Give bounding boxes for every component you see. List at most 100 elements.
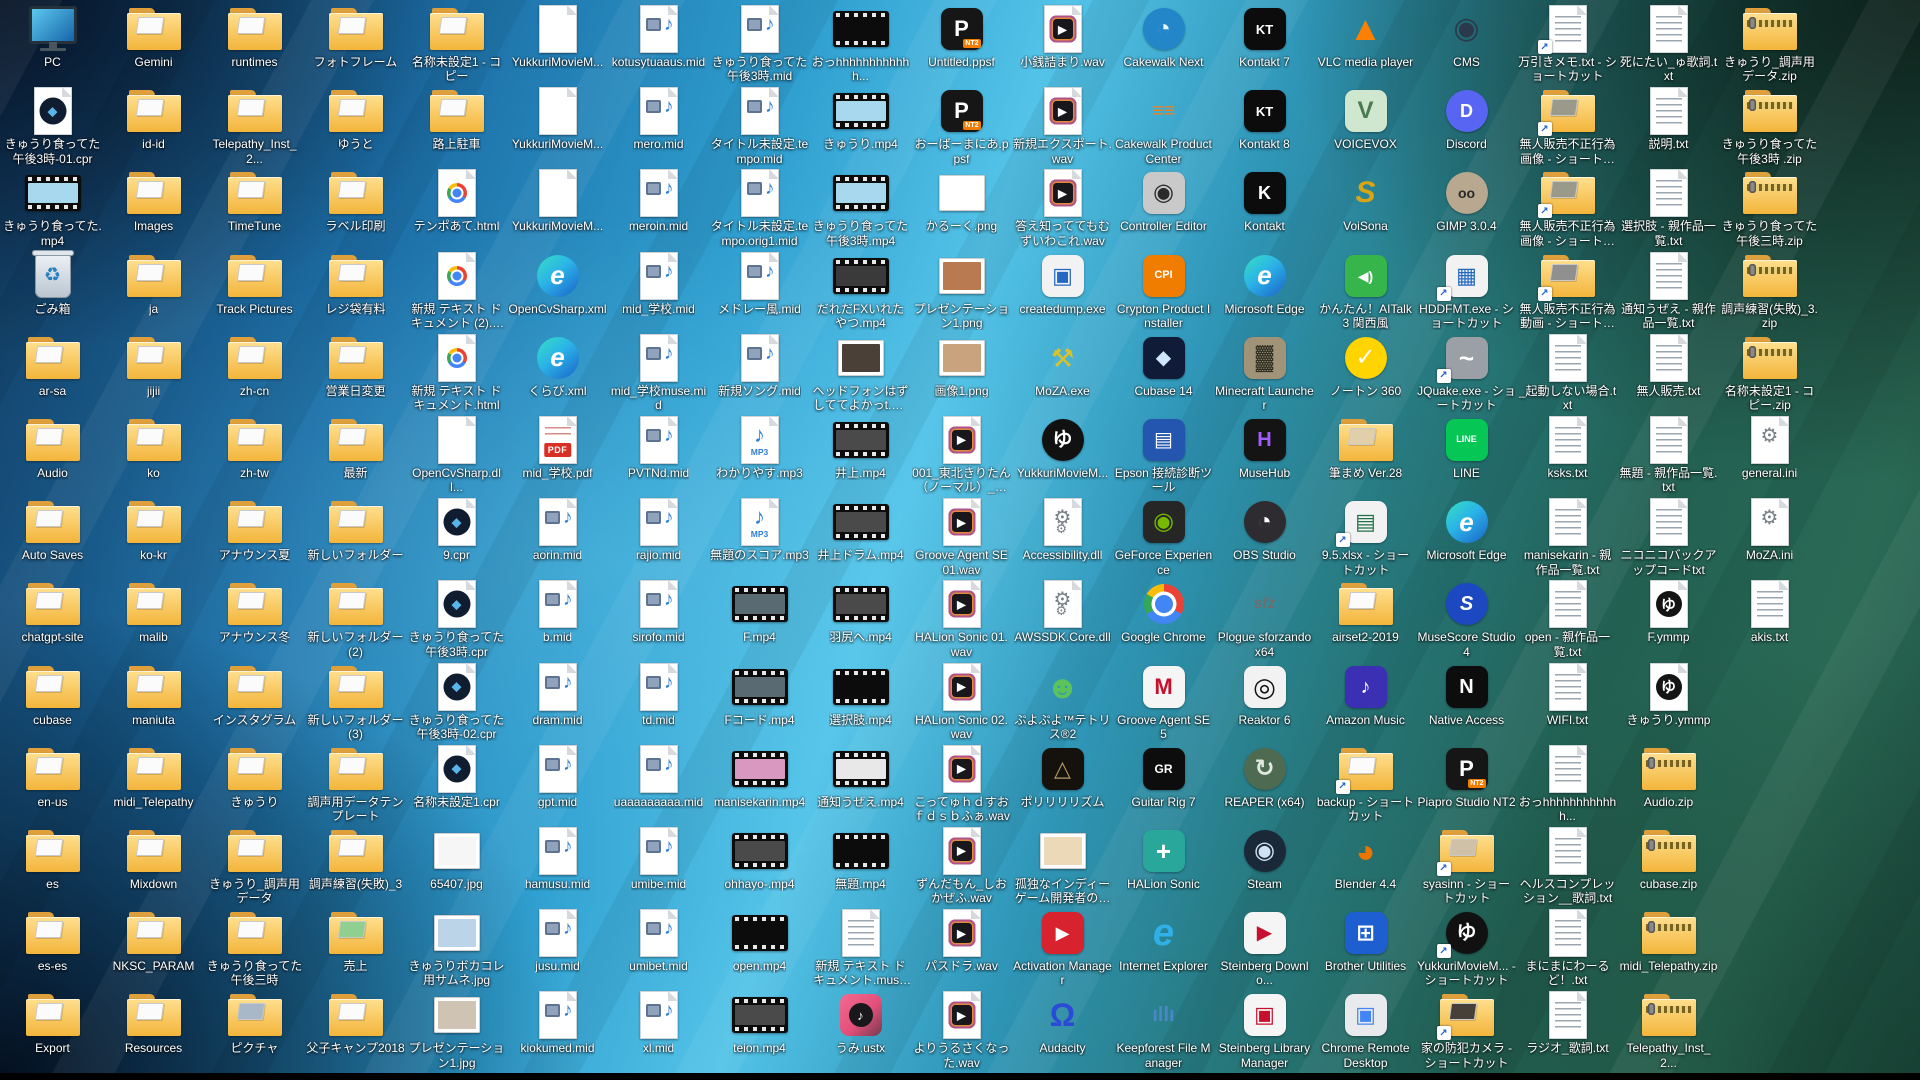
desktop-icon[interactable]: ▶Groove Agent SE 01.wav: [911, 497, 1012, 579]
desktop-icon[interactable]: ooGIMP 3.0.4: [1416, 168, 1517, 250]
desktop-icon[interactable]: プレゼンテーション1.png: [911, 251, 1012, 333]
desktop-icon[interactable]: 筆まめ Ver.28: [1315, 415, 1416, 497]
desktop-icon[interactable]: es-es: [2, 908, 103, 990]
desktop-icon[interactable]: ja: [103, 251, 204, 333]
desktop-icon[interactable]: eMicrosoft Edge: [1416, 497, 1517, 579]
desktop-icon[interactable]: ♪sirofo.mid: [608, 579, 709, 661]
desktop-icon[interactable]: 選択肢.mp4: [810, 662, 911, 744]
desktop-icon[interactable]: NKSC_PARAM: [103, 908, 204, 990]
desktop-icon[interactable]: YukkuriMovieM...: [507, 86, 608, 168]
desktop-icon[interactable]: ♪umibe.mid: [608, 826, 709, 908]
desktop-icon[interactable]: 死にたい_ゅ歌詞.txt: [1618, 4, 1719, 86]
desktop-icon[interactable]: Resources: [103, 990, 204, 1072]
desktop-icon[interactable]: ko-kr: [103, 497, 204, 579]
desktop-icon[interactable]: Audio: [2, 415, 103, 497]
desktop-icon[interactable]: ▶001_東北きりたん（ノーマル）_今じゃ...: [911, 415, 1012, 497]
desktop-icon[interactable]: だれだFXいれたやつ.mp4: [810, 251, 911, 333]
desktop-icon[interactable]: airset2-2019: [1315, 579, 1416, 661]
desktop-icon[interactable]: open.mp4: [709, 908, 810, 990]
desktop-icon[interactable]: ◆名称未設定1.cpr: [406, 744, 507, 826]
desktop-icon[interactable]: PNT2Piapro Studio NT2: [1416, 744, 1517, 826]
desktop-icon[interactable]: ↗syasinn - ショートカット: [1416, 826, 1517, 908]
desktop-icon[interactable]: ♪mid_学校.mid: [608, 251, 709, 333]
desktop-icon[interactable]: ▣Chrome Remote Desktop: [1315, 990, 1416, 1072]
desktop-icon[interactable]: F.mp4: [709, 579, 810, 661]
desktop-icon[interactable]: ▲VLC media player: [1315, 4, 1416, 86]
desktop-icon[interactable]: ▣createdump.exe: [1012, 251, 1113, 333]
desktop-icon[interactable]: ♪kiokumed.mid: [507, 990, 608, 1072]
desktop-icon[interactable]: eInternet Explorer: [1113, 908, 1214, 990]
desktop-icon[interactable]: 新しいフォルダー: [305, 497, 406, 579]
desktop-icon[interactable]: 無人販売.txt: [1618, 333, 1719, 415]
desktop-icon[interactable]: LINELINE: [1416, 415, 1517, 497]
desktop-icon[interactable]: きゅうり: [204, 744, 305, 826]
desktop-icon[interactable]: ▶Activation Manager: [1012, 908, 1113, 990]
desktop-icon[interactable]: ▶こってゅｈｄすおｆｄｓｂふぁ.wav: [911, 744, 1012, 826]
desktop-icon[interactable]: プレゼンテーション1.jpg: [406, 990, 507, 1072]
desktop-icon[interactable]: ▶パスドラ.wav: [911, 908, 1012, 990]
desktop-icon[interactable]: 通知うぜえ.mp4: [810, 744, 911, 826]
desktop-icon[interactable]: Google Chrome: [1113, 579, 1214, 661]
desktop-icon[interactable]: △ポリリリリズム: [1012, 744, 1113, 826]
desktop-icon[interactable]: Fコード.mp4: [709, 662, 810, 744]
desktop-icon[interactable]: アナウンス夏: [204, 497, 305, 579]
desktop-icon[interactable]: ◀)かんたん！AITalk 3 関西風: [1315, 251, 1416, 333]
desktop-icon[interactable]: きゅうり_調声用データ.zip: [1719, 4, 1820, 86]
desktop-icon[interactable]: ◉Steam: [1214, 826, 1315, 908]
desktop-icon[interactable]: CPICrypton Product Installer: [1113, 251, 1214, 333]
desktop-icon[interactable]: ◆9.cpr: [406, 497, 507, 579]
desktop-icon[interactable]: ▶よりうるさくなった.wav: [911, 990, 1012, 1072]
desktop-icon[interactable]: ksks.txt: [1517, 415, 1618, 497]
desktop-icon[interactable]: manisekarin.mp4: [709, 744, 810, 826]
desktop-icon[interactable]: ΩAudacity: [1012, 990, 1113, 1072]
desktop-icon[interactable]: おっhhhhhhhhhhhh...: [810, 4, 911, 86]
desktop-icon[interactable]: ~↗JQuake.exe - ショートカット: [1416, 333, 1517, 415]
desktop-icon[interactable]: ♪うみ.ustx: [810, 990, 911, 1072]
desktop-icon[interactable]: きゅうりボカコレ用サムネ.jpg: [406, 908, 507, 990]
desktop-icon[interactable]: Audio.zip: [1618, 744, 1719, 826]
desktop-icon[interactable]: MGroove Agent SE 5: [1113, 662, 1214, 744]
desktop-icon[interactable]: 父子キャンプ2018: [305, 990, 406, 1072]
desktop-icon[interactable]: ♪mero.mid: [608, 86, 709, 168]
desktop-icon[interactable]: きゅうり食ってた午後三時: [204, 908, 305, 990]
desktop-icon[interactable]: jijii: [103, 333, 204, 415]
desktop-icon[interactable]: ▓Minecraft Launcher: [1214, 333, 1315, 415]
desktop-icon[interactable]: Telepathy_Inst_2...: [1618, 990, 1719, 1072]
desktop-icon[interactable]: ↗無人販売不正行為画像 - ショートカット: [1517, 168, 1618, 250]
desktop-icon[interactable]: ↗万引きメモ.txt - ショートカット: [1517, 4, 1618, 86]
desktop-icon[interactable]: レジ袋有料: [305, 251, 406, 333]
taskbar-strip[interactable]: [0, 1073, 1920, 1080]
desktop-icon[interactable]: teion.mp4: [709, 990, 810, 1072]
desktop-icon[interactable]: 無題.mp4: [810, 826, 911, 908]
desktop-icon[interactable]: ◉GeForce Experience: [1113, 497, 1214, 579]
desktop-icon[interactable]: 画像1.png: [911, 333, 1012, 415]
desktop-icon[interactable]: sfzPlogue sforzando x64: [1214, 579, 1315, 661]
desktop-icon[interactable]: ≡≡Cakewalk Product Center: [1113, 86, 1214, 168]
desktop-icon[interactable]: Images: [103, 168, 204, 250]
desktop-icon[interactable]: ゆF.ymmp: [1618, 579, 1719, 661]
desktop-icon[interactable]: Mixdown: [103, 826, 204, 908]
desktop-icon[interactable]: ◆きゅうり食ってた午後3時-01.cpr: [2, 86, 103, 168]
desktop-icon[interactable]: ▶答え知っててもむずいわこれ.wav: [1012, 168, 1113, 250]
desktop-icon[interactable]: ▶新規エクスポート.wav: [1012, 86, 1113, 168]
desktop-icon[interactable]: ✓ノートン 360: [1315, 333, 1416, 415]
desktop-icon[interactable]: eくらび.xml: [507, 333, 608, 415]
desktop-icon[interactable]: かるーく.png: [911, 168, 1012, 250]
desktop-icon[interactable]: KTKontakt 7: [1214, 4, 1315, 86]
desktop-icon[interactable]: ◆きゅうり食ってた午後3時.cpr: [406, 579, 507, 661]
desktop-icon[interactable]: ♪jusu.mid: [507, 908, 608, 990]
desktop-icon[interactable]: ↗backup - ショートカット: [1315, 744, 1416, 826]
desktop-icon[interactable]: ◔OBS Studio: [1214, 497, 1315, 579]
desktop-icon[interactable]: 選択肢 - 親作品一覧.txt: [1618, 168, 1719, 250]
desktop-icon[interactable]: ▣Steinberg Library Manager: [1214, 990, 1315, 1072]
desktop-icon[interactable]: malib: [103, 579, 204, 661]
desktop-icon[interactable]: ▤↗9.5.xlsx - ショートカット: [1315, 497, 1416, 579]
desktop-icon[interactable]: ▶ずんだもん_しおかぜふ.wav: [911, 826, 1012, 908]
desktop-icon[interactable]: ◉Controller Editor: [1113, 168, 1214, 250]
desktop-icon[interactable]: ♪きゅうり食ってた午後3時.mid: [709, 4, 810, 86]
desktop-icon[interactable]: ▤Epson 接続診断ツール: [1113, 415, 1214, 497]
desktop-icon[interactable]: GRGuitar Rig 7: [1113, 744, 1214, 826]
desktop-icon[interactable]: YukkuriMovieM...: [507, 168, 608, 250]
desktop-icon[interactable]: 新規 テキスト ドキュメント.html: [406, 333, 507, 415]
desktop-icon[interactable]: chatgpt-site: [2, 579, 103, 661]
